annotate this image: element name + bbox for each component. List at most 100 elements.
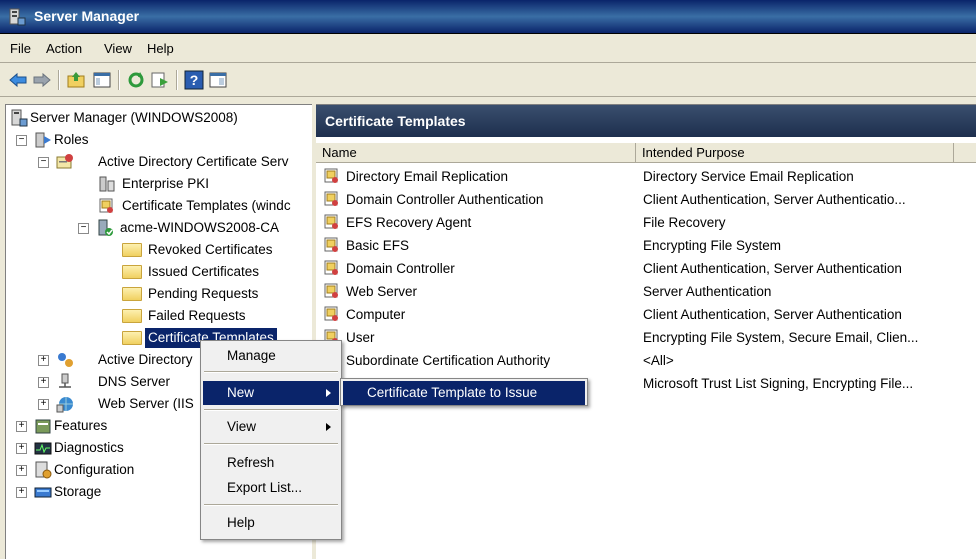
intended-purpose: Microsoft Trust List Signing, Encrypting… bbox=[643, 376, 914, 391]
certificate-services-icon bbox=[56, 154, 73, 169]
expand-icon[interactable]: + bbox=[16, 487, 27, 498]
intended-purpose: Encrypting File System, Secure Email, Cl… bbox=[643, 330, 919, 345]
folder-icon bbox=[122, 331, 142, 345]
template-name: Basic EFS bbox=[346, 238, 410, 253]
server-manager-icon bbox=[11, 109, 28, 127]
show-hide-tree-icon[interactable] bbox=[92, 70, 112, 90]
menu-item-label: New bbox=[227, 385, 255, 400]
table-row[interactable]: Directory Email Replication Directory Ser… bbox=[316, 165, 976, 188]
menu-separator bbox=[204, 504, 338, 506]
template-name: Web Server bbox=[346, 284, 418, 299]
menu-item-export[interactable]: Export List... bbox=[203, 476, 339, 500]
table-row[interactable]: EFS Recovery Agent File Recovery bbox=[316, 211, 976, 234]
export-list-icon[interactable] bbox=[150, 70, 170, 90]
certificate-template-icon bbox=[324, 237, 338, 252]
storage-icon bbox=[34, 487, 52, 498]
roles-icon bbox=[35, 132, 51, 148]
template-name: Directory Email Replication bbox=[346, 169, 509, 184]
tree-label: Server Manager (WINDOWS2008) bbox=[30, 110, 238, 125]
tree-label: Roles bbox=[54, 132, 89, 147]
expand-icon[interactable]: + bbox=[38, 399, 49, 410]
menu-bar: File Action View Help bbox=[0, 34, 976, 63]
table-row[interactable]: Basic EFS Encrypting File System bbox=[316, 234, 976, 257]
table-row[interactable]: User Encrypting File System, Secure Email… bbox=[316, 326, 976, 349]
features-icon bbox=[35, 419, 51, 434]
active-directory-icon bbox=[58, 353, 73, 367]
column-header-purpose[interactable]: Intended Purpose bbox=[636, 143, 954, 163]
tree-label: Revoked Certificates bbox=[148, 242, 273, 257]
tree-label: Certificate Templates (windc bbox=[122, 198, 291, 213]
results-pane: Certificate Templates Name Intended Purp… bbox=[316, 104, 976, 559]
refresh-icon[interactable] bbox=[126, 70, 146, 90]
table-row[interactable]: Subordinate Certification Authority <All> bbox=[316, 349, 976, 372]
intended-purpose: Encrypting File System bbox=[643, 238, 782, 253]
table-row[interactable]: Computer Client Authentication, Server Au… bbox=[316, 303, 976, 326]
tree-label: Pending Requests bbox=[148, 286, 259, 301]
toolbar-separator bbox=[176, 70, 178, 90]
table-row[interactable]: Domain Controller Client Authentication, … bbox=[316, 257, 976, 280]
back-arrow-icon[interactable] bbox=[8, 70, 28, 90]
intended-purpose: Client Authentication, Server Authentica… bbox=[643, 307, 902, 322]
certificate-template-icon bbox=[99, 198, 113, 213]
expand-icon[interactable]: + bbox=[38, 355, 49, 366]
menu-item-new[interactable]: New bbox=[203, 381, 339, 405]
menu-item-view[interactable]: View bbox=[203, 415, 339, 439]
menu-item-manage[interactable]: Manage bbox=[203, 344, 339, 368]
table-row[interactable]: Web Server Server Authentication bbox=[316, 280, 976, 303]
toolbar: ? bbox=[0, 63, 976, 97]
context-menu: Manage New View Refresh Export List... H… bbox=[200, 340, 342, 540]
menu-item-help[interactable]: Help bbox=[203, 511, 339, 535]
configuration-icon bbox=[35, 461, 52, 479]
diagnostics-icon bbox=[34, 442, 52, 455]
collapse-icon[interactable]: − bbox=[78, 223, 89, 234]
expand-icon[interactable]: + bbox=[16, 443, 27, 454]
table-row[interactable]: Domain Controller Authentication Client A… bbox=[316, 188, 976, 211]
expand-icon[interactable]: + bbox=[38, 377, 49, 388]
menu-item-certificate-template-to-issue[interactable]: Certificate Template to Issue bbox=[343, 381, 585, 405]
properties-icon[interactable] bbox=[208, 70, 228, 90]
tree-label: Enterprise PKI bbox=[122, 176, 210, 191]
template-name: Domain Controller bbox=[346, 261, 455, 276]
menu-help[interactable]: Help bbox=[147, 41, 174, 56]
folder-icon bbox=[122, 243, 142, 257]
title-bar[interactable]: Server Manager bbox=[0, 0, 976, 34]
submenu-arrow-icon bbox=[326, 389, 331, 397]
up-folder-icon[interactable] bbox=[66, 70, 86, 90]
tree-label: Diagnostics bbox=[54, 440, 124, 455]
folder-icon bbox=[122, 265, 142, 279]
template-name: EFS Recovery Agent bbox=[346, 215, 472, 230]
tree-label: Storage bbox=[54, 484, 102, 499]
help-icon[interactable]: ? bbox=[184, 70, 204, 90]
folder-icon bbox=[122, 287, 142, 301]
intended-purpose: File Recovery bbox=[643, 215, 726, 230]
menu-action[interactable]: Action bbox=[46, 41, 82, 56]
expand-icon[interactable]: + bbox=[16, 465, 27, 476]
dns-server-icon bbox=[59, 373, 71, 388]
intended-purpose: <All> bbox=[643, 353, 674, 368]
expand-icon[interactable]: + bbox=[16, 421, 27, 432]
tree-label: Features bbox=[54, 418, 108, 433]
pki-icon bbox=[99, 176, 115, 192]
column-header-name[interactable]: Name bbox=[316, 143, 636, 163]
menu-file[interactable]: File bbox=[10, 41, 31, 56]
menu-item-label: View bbox=[227, 419, 257, 434]
tree-label: Active Directory Certificate Serv bbox=[98, 154, 289, 169]
template-name: Computer bbox=[346, 307, 406, 322]
certificate-template-icon bbox=[324, 260, 338, 275]
column-header-row: Name Intended Purpose bbox=[316, 143, 976, 163]
server-manager-window: Server Manager File Action View Help ? S… bbox=[0, 0, 976, 559]
menu-separator bbox=[204, 409, 338, 411]
certificate-template-icon bbox=[324, 191, 338, 206]
menu-view[interactable]: View bbox=[104, 41, 132, 56]
certificate-template-icon bbox=[324, 283, 338, 298]
certificate-template-icon bbox=[324, 214, 338, 229]
tree-label: Web Server (IIS bbox=[98, 396, 194, 411]
menu-item-refresh[interactable]: Refresh bbox=[203, 451, 339, 475]
svg-text:?: ? bbox=[190, 72, 199, 88]
toolbar-separator bbox=[58, 70, 60, 90]
tree-label: Configuration bbox=[54, 462, 135, 477]
collapse-icon[interactable]: − bbox=[38, 157, 49, 168]
collapse-icon[interactable]: − bbox=[16, 135, 27, 146]
server-manager-icon bbox=[9, 8, 26, 26]
forward-arrow-icon[interactable] bbox=[32, 70, 52, 90]
